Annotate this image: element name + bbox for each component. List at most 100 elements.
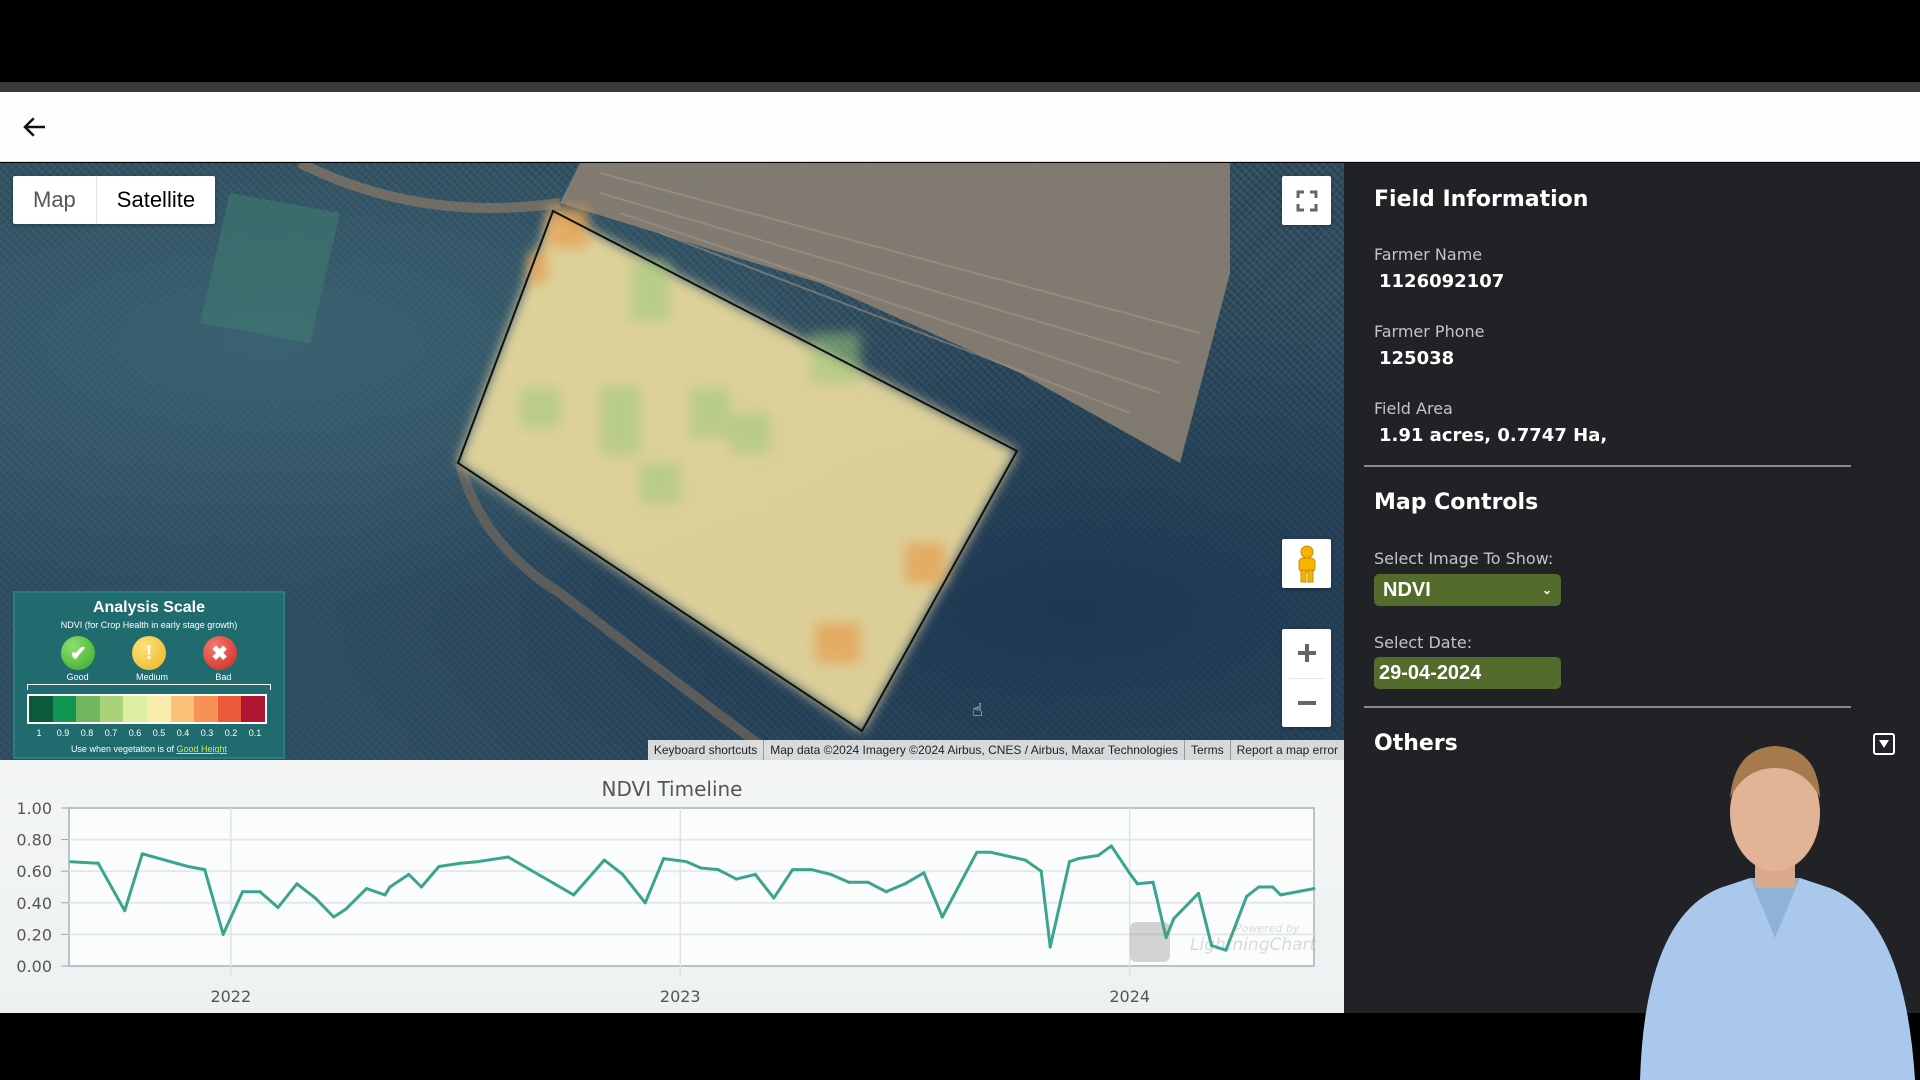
street-view-button[interactable]: [1282, 539, 1331, 588]
section-divider: [1364, 706, 1851, 708]
ndvi-data-point: [276, 906, 280, 910]
presenter-figure: [1640, 746, 1915, 1080]
legend-tick: 0.1: [248, 728, 262, 738]
plot-area: [68, 807, 1315, 967]
legend-color-swatch: [217, 696, 242, 722]
watermark-powered-by: Powered by: [1235, 922, 1300, 935]
back-button[interactable]: [20, 112, 50, 142]
legend-note: Use when vegetation is of Good Height: [15, 744, 283, 754]
legend-title: Analysis Scale: [92, 599, 206, 616]
ndvi-data-point: [621, 872, 625, 876]
legend-color-swatch: [99, 696, 124, 722]
ndvi-data-point: [602, 858, 606, 862]
ndvi-data-point: [419, 885, 423, 889]
chart-title: NDVI Timeline: [602, 777, 743, 801]
legend-note-link[interactable]: Good Height: [177, 744, 228, 754]
ndvi-data-point: [1164, 936, 1168, 940]
ndvi-data-point: [847, 880, 851, 884]
zoom-out-button[interactable]: [1282, 678, 1331, 727]
y-tick-label: 1.00: [16, 799, 52, 818]
legend-icons: ✔ ! ✖: [43, 636, 255, 670]
ndvi-data-point: [258, 890, 262, 894]
legend-label-bad: Bad: [215, 672, 232, 682]
fullscreen-icon: [1296, 190, 1317, 211]
date-value: 29-04-2024: [1379, 662, 1482, 684]
terms-link[interactable]: Terms: [1183, 740, 1230, 760]
ndvi-data-point: [332, 915, 336, 919]
ndvi-data-point: [96, 861, 100, 865]
map-type-satellite-button[interactable]: Satellite: [97, 176, 215, 224]
date-input[interactable]: 29-04-2024: [1374, 657, 1561, 689]
ndvi-data-point: [383, 893, 387, 897]
legend-brace: [27, 684, 271, 690]
ndvi-data-point: [69, 860, 73, 864]
ndvi-data-point: [221, 932, 225, 936]
field-area-label: Field Area: [1374, 399, 1453, 418]
ndvi-data-point: [1039, 869, 1043, 873]
legend-tick: 0.5: [152, 728, 166, 738]
legend-tick-labels: 1 0.9 0.8 0.7 0.6 0.5 0.4 0.3 0.2 0.1: [27, 728, 267, 738]
ndvi-data-point: [829, 872, 833, 876]
fullscreen-button[interactable]: [1282, 176, 1331, 225]
ndvi-data-point: [922, 871, 926, 875]
legend-tick: 0.7: [104, 728, 118, 738]
ndvi-data-point: [1096, 853, 1100, 857]
ndvi-data-point: [313, 896, 317, 900]
legend-color-swatch: [170, 696, 195, 722]
chevron-down-icon: ⌄: [1541, 583, 1552, 597]
ndvi-data-point: [1279, 893, 1283, 897]
ndvi-data-point: [572, 893, 576, 897]
ndvi-data-point: [407, 872, 411, 876]
zoom-control: [1282, 629, 1331, 727]
legend-tick: 0.9: [56, 728, 70, 738]
ndvi-data-point: [1109, 844, 1113, 848]
ndvi-timeline-chart[interactable]: NDVI Timeline 1.00 0.80 0.60 0.40 0.20 0.00 2…: [0, 760, 1344, 1013]
zoom-in-button[interactable]: [1282, 629, 1331, 678]
x-tick-label: 2023: [660, 987, 701, 1006]
ndvi-data-point: [734, 877, 738, 881]
ndvi-data-point: [791, 868, 795, 872]
select-image-label: Select Image To Show:: [1374, 549, 1554, 568]
analysis-scale-legend: Analysis Scale NDVI (for Crop Health in …: [13, 591, 285, 759]
legend-tick: 1: [36, 728, 42, 738]
header-bar: [0, 92, 1920, 162]
image-type-select[interactable]: NDVI ⌄: [1374, 574, 1561, 606]
map-attribution: Keyboard shortcuts Map data ©2024 Imager…: [647, 740, 1344, 760]
top-grey-bar: [0, 82, 1920, 92]
satellite-map[interactable]: Map Satellite Analysis Scale NDVI (for C…: [0, 163, 1344, 760]
section-divider: [1364, 465, 1851, 467]
x-tick-label: 2024: [1109, 987, 1150, 1006]
ndvi-data-point: [988, 850, 992, 854]
ndvi-data-point: [437, 864, 441, 868]
ndvi-data-point: [1196, 891, 1200, 895]
ndvi-data-point: [388, 885, 392, 889]
ndvi-data-point: [506, 855, 510, 859]
ndvi-data-point: [643, 901, 647, 905]
ndvi-data-point: [940, 915, 944, 919]
ndvi-data-point: [1210, 943, 1214, 947]
ndvi-data-point: [716, 868, 720, 872]
ndvi-data-point: [1245, 894, 1249, 898]
map-type-map-button[interactable]: Map: [13, 176, 97, 224]
legend-color-swatch: [146, 696, 171, 722]
check-circle-icon: ✔: [61, 636, 96, 670]
hand-cursor-icon: ☝: [972, 700, 983, 721]
ndvi-data-point: [685, 860, 689, 864]
ndvi-data-point: [1067, 860, 1071, 864]
report-map-error-link[interactable]: Report a map error: [1229, 740, 1344, 760]
legend-color-swatch: [241, 696, 265, 722]
ndvi-data-point: [903, 882, 907, 886]
ndvi-data-point: [1135, 882, 1139, 886]
ndvi-data-point: [240, 890, 244, 894]
legend-label-medium: Medium: [136, 672, 169, 682]
ndvi-data-point: [140, 852, 144, 856]
image-type-value: NDVI: [1383, 579, 1431, 601]
legend-color-scale: [27, 694, 267, 724]
legend-color-swatch: [52, 696, 77, 722]
ndvi-data-point: [476, 860, 480, 864]
legend-color-swatch: [194, 696, 218, 722]
y-tick-label: 0.00: [16, 957, 52, 976]
legend-tick: 0.8: [80, 728, 94, 738]
keyboard-shortcuts-link[interactable]: Keyboard shortcuts: [648, 740, 763, 760]
legend-subtitle: NDVI (for Crop Health in early stage gro…: [60, 620, 238, 630]
